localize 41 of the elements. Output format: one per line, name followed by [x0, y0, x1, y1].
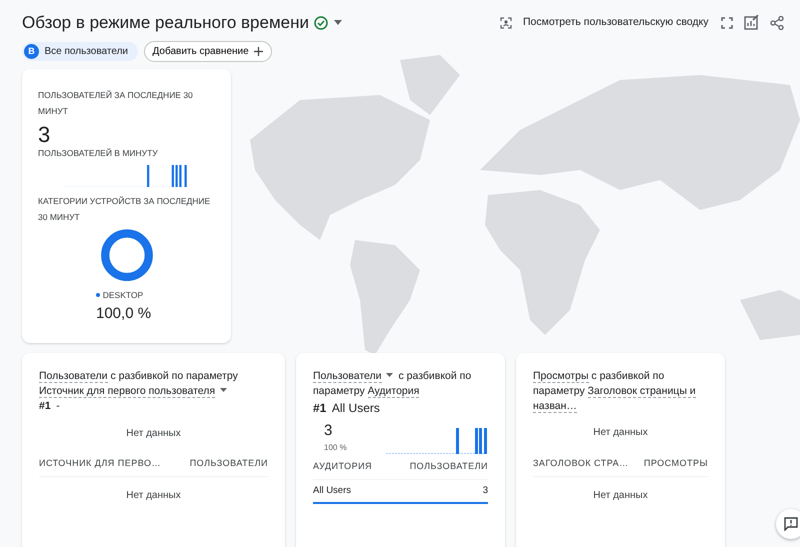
card-title: Пользователи с разбивкой по параметру Аудитория: [313, 369, 472, 399]
share-icon[interactable]: [770, 16, 784, 30]
card-title: Просмотры с разбивкой по параметру Заголовок страницы и назван…: [533, 369, 697, 414]
card-label: ПОЛЬЗОВАТЕЛЕЙ В МИНУТУ: [38, 146, 159, 160]
segment-chip[interactable]: В Все пользователи: [22, 42, 138, 61]
column-header: АУДИТОРИЯ: [313, 460, 372, 473]
rank-number: #1: [39, 399, 51, 414]
users-count: 3: [38, 124, 52, 144]
no-data-text: Нет данных: [126, 489, 181, 504]
person-frame-icon: [500, 16, 512, 29]
column-header: ПОЛЬЗОВАТЕЛИ: [410, 460, 488, 473]
page-title: Обзор в режиме реального времени: [22, 12, 309, 34]
column-header: ЗАГОЛОВОК СТРА…: [533, 456, 629, 470]
card-label: ПОЛЬЗОВАТЕЛЕЙ ЗА ПОСЛЕДНИЕ 30 МИНУТ: [38, 89, 194, 118]
add-comparison-button[interactable]: Добавить сравнение: [144, 41, 272, 62]
table-row[interactable]: All Users 3: [313, 480, 488, 504]
plus-icon: [254, 47, 264, 56]
view-summary-button[interactable]: Посмотреть пользовательскую сводку: [499, 14, 710, 32]
legend-value: 100,0 %: [96, 304, 152, 324]
column-header: ПРОСМОТРЫ: [644, 456, 708, 470]
no-data-text: Нет данных: [593, 426, 648, 440]
column-header: ПОЛЬЗОВАТЕЛИ: [190, 457, 268, 470]
rank-label: All Users: [332, 400, 380, 417]
fullscreen-icon[interactable]: [720, 16, 732, 29]
caret-icon[interactable]: [220, 388, 228, 392]
caret-icon[interactable]: [386, 373, 393, 378]
card-title: Пользователи с разбивкой по параметру Источник для первого пользователя: [39, 369, 239, 399]
rank-label: -: [56, 399, 60, 414]
rank-number: #1: [313, 400, 326, 417]
legend-label: DESKTOP: [102, 288, 144, 302]
no-data-text: Нет данных: [593, 488, 648, 502]
feedback-icon: [784, 517, 798, 531]
card-label: КАТЕГОРИИ УСТРОЙСТВ ЗА ПОСЛЕДНИЕ 30 МИНУТ: [38, 194, 212, 224]
edit-chart-icon[interactable]: [744, 15, 758, 30]
no-data-text: Нет данных: [126, 426, 181, 441]
check-circle-icon[interactable]: [314, 16, 328, 30]
summary-value: 3: [324, 420, 334, 441]
summary-share: 100 %: [324, 442, 347, 454]
feedback-button[interactable]: [776, 509, 800, 539]
caret-icon[interactable]: [334, 20, 342, 26]
column-header: ИСТОЧНИК ДЛЯ ПЕРВО…: [39, 457, 161, 470]
